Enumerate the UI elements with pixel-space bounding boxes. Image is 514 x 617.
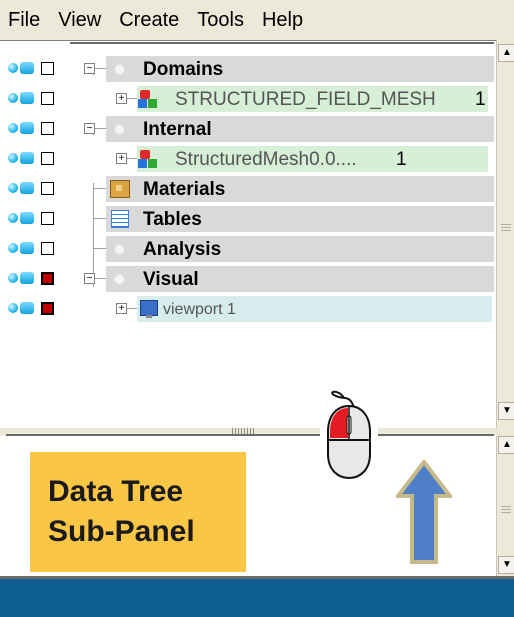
scroll-down-icon[interactable]: ▼ — [498, 556, 514, 574]
tree-node-label: Visual — [143, 269, 199, 290]
visibility-checkbox[interactable] — [41, 152, 54, 165]
tree-row-materials[interactable]: Materials — [0, 175, 496, 203]
collapse-icon[interactable]: − — [84, 123, 95, 134]
visibility-eye-icon[interactable] — [8, 183, 18, 193]
mouse-icon — [320, 384, 378, 484]
menu-view[interactable]: View — [58, 9, 101, 32]
callout-line-1: Data Tree — [48, 475, 184, 508]
node-dot-icon — [114, 124, 125, 135]
cube-icon[interactable] — [20, 242, 34, 254]
expand-icon[interactable]: + — [116, 153, 127, 164]
tree-node-label: viewport 1 — [163, 301, 236, 318]
tree-row-structured-field-mesh[interactable]: + STRUCTURED_FIELD_MESH 1 — [0, 85, 496, 113]
data-tree-panel: − Domains + STRUCTURED_FIELD_MESH 1 − In… — [0, 40, 496, 429]
mesh-icon — [138, 150, 158, 168]
scroll-up-icon[interactable]: ▲ — [498, 436, 514, 454]
scroll-down-icon[interactable]: ▼ — [498, 402, 514, 420]
tree-connector — [93, 248, 107, 249]
visibility-checkbox[interactable] — [41, 272, 54, 285]
panel-splitter[interactable] — [0, 428, 496, 436]
tree-row-internal[interactable]: − Internal — [0, 115, 496, 143]
tree-node-label: Analysis — [143, 239, 222, 260]
tree-connector — [127, 158, 137, 159]
visibility-eye-icon[interactable] — [8, 123, 18, 133]
visibility-eye-icon[interactable] — [8, 63, 18, 73]
scroll-up-icon[interactable]: ▲ — [498, 44, 514, 62]
cube-icon[interactable] — [20, 92, 34, 104]
cube-icon[interactable] — [20, 122, 34, 134]
node-dot-icon — [114, 64, 125, 75]
tree-scrollbar[interactable]: ▲ ▼ — [496, 40, 514, 428]
menu-bar: File View Create Tools Help — [0, 0, 514, 40]
tree-connector — [93, 218, 107, 219]
cube-icon[interactable] — [20, 182, 34, 194]
sub-panel-scrollbar[interactable]: ▲ ▼ — [496, 436, 514, 576]
scroll-grip[interactable] — [501, 506, 511, 514]
scroll-grip[interactable] — [501, 224, 511, 232]
sub-panel-callout: Data Tree Sub-Panel — [30, 452, 246, 572]
visibility-eye-icon[interactable] — [8, 243, 18, 253]
menu-help[interactable]: Help — [262, 9, 303, 32]
item-count: 1 — [396, 149, 407, 170]
tables-icon — [111, 210, 129, 228]
tree-row-visual[interactable]: − Visual — [0, 265, 496, 293]
callout-line-2: Sub-Panel — [48, 515, 195, 548]
visibility-eye-icon[interactable] — [8, 153, 18, 163]
tree-row-viewport[interactable]: + viewport 1 — [0, 295, 496, 323]
node-dot-icon — [114, 244, 125, 255]
cube-icon[interactable] — [20, 152, 34, 164]
visibility-checkbox[interactable] — [41, 62, 54, 75]
visibility-checkbox[interactable] — [41, 212, 54, 225]
collapse-icon[interactable]: − — [84, 63, 95, 74]
visibility-eye-icon[interactable] — [8, 273, 18, 283]
collapse-icon[interactable]: − — [84, 273, 95, 284]
visibility-eye-icon[interactable] — [8, 93, 18, 103]
tree-node-label: Tables — [143, 209, 202, 230]
tree-row-domains[interactable]: − Domains — [0, 55, 496, 83]
tree-node-label: Domains — [143, 59, 224, 80]
menu-tools[interactable]: Tools — [197, 9, 244, 32]
tree-row-tables[interactable]: Tables — [0, 205, 496, 233]
visibility-eye-icon[interactable] — [8, 303, 18, 313]
tree-node-label: STRUCTURED_FIELD_MESH — [175, 89, 436, 110]
cube-icon[interactable] — [20, 62, 34, 74]
bottom-panel-bar — [0, 576, 514, 617]
cube-icon[interactable] — [20, 212, 34, 224]
materials-icon — [110, 180, 130, 198]
up-arrow-icon — [393, 458, 455, 564]
visibility-checkbox[interactable] — [41, 302, 54, 315]
menu-file[interactable]: File — [8, 9, 40, 32]
item-count: 1 — [475, 89, 486, 110]
menu-create[interactable]: Create — [119, 9, 179, 32]
visibility-eye-icon[interactable] — [8, 213, 18, 223]
tree-divider — [70, 42, 494, 44]
tree-node-label: Internal — [143, 119, 212, 140]
viewport-icon — [140, 300, 158, 318]
visibility-checkbox[interactable] — [41, 242, 54, 255]
visibility-checkbox[interactable] — [41, 92, 54, 105]
mesh-icon — [138, 90, 158, 108]
node-dot-icon — [114, 274, 125, 285]
tree-node-label: Materials — [143, 179, 226, 200]
expand-icon[interactable]: + — [116, 303, 127, 314]
visibility-checkbox[interactable] — [41, 182, 54, 195]
expand-icon[interactable]: + — [116, 93, 127, 104]
tree-connector — [127, 98, 137, 99]
cube-icon[interactable] — [20, 272, 34, 284]
cube-icon[interactable] — [20, 302, 34, 314]
tree-row-analysis[interactable]: Analysis — [0, 235, 496, 263]
tree-connector — [127, 308, 137, 309]
tree-connector — [93, 188, 107, 189]
tree-node-label: StructuredMesh0.0.... — [175, 149, 357, 170]
visibility-checkbox[interactable] — [41, 122, 54, 135]
tree-row-structured-mesh[interactable]: + StructuredMesh0.0.... 1 — [0, 145, 496, 173]
